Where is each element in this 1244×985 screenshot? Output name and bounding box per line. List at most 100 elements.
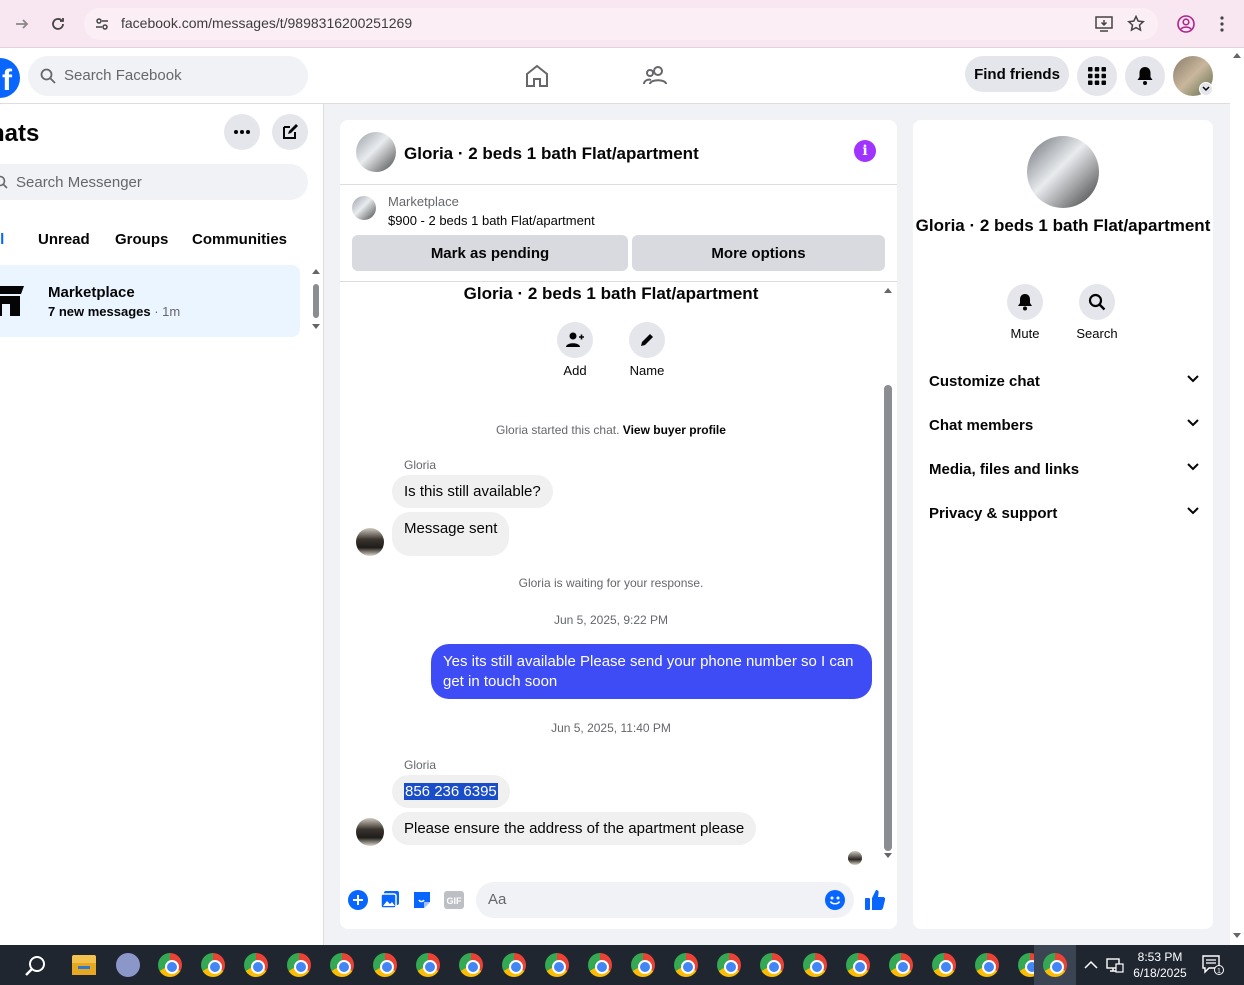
message-sender-name: Gloria (404, 758, 437, 772)
site-settings-icon[interactable] (90, 12, 114, 36)
chrome-icon[interactable] (158, 953, 182, 977)
sender-avatar[interactable] (356, 818, 384, 846)
chrome-icon[interactable] (459, 953, 483, 977)
messenger-search-placeholder: Search Messenger (16, 174, 142, 191)
chrome-icon[interactable] (588, 953, 612, 977)
info-panel-avatar[interactable] (1027, 136, 1099, 208)
chat-item-time: · 1m (150, 304, 181, 319)
outgoing-message-bubble[interactable]: Yes its still available Please send your… (431, 644, 872, 699)
incoming-message-bubble[interactable]: Message sent (392, 512, 510, 556)
browser-menu-icon[interactable] (1210, 12, 1234, 36)
marketplace-label: Marketplace (388, 194, 459, 209)
mute-bell-icon[interactable] (1007, 284, 1043, 320)
filter-unread-tab[interactable]: Unread (38, 231, 90, 248)
media-files-links-row[interactable]: Media, files and links (929, 461, 1199, 478)
reload-icon[interactable] (46, 12, 70, 36)
more-options-button[interactable]: More options (632, 235, 885, 271)
privacy-support-row[interactable]: Privacy & support (929, 505, 1199, 522)
chat-item-marketplace[interactable] (0, 265, 300, 337)
search-conversation-icon[interactable] (1079, 284, 1115, 320)
chrome-icon[interactable] (330, 953, 354, 977)
edit-name-pencil-icon[interactable] (629, 322, 665, 358)
chrome-icon[interactable] (502, 953, 526, 977)
chrome-icon[interactable] (932, 953, 956, 977)
add-person-icon[interactable] (557, 322, 593, 358)
chevron-up-icon[interactable] (1084, 957, 1098, 975)
chrome-icon[interactable] (889, 953, 913, 977)
chrome-icon[interactable] (416, 953, 440, 977)
plus-circle-icon[interactable] (346, 888, 370, 912)
sender-avatar[interactable] (356, 528, 384, 556)
add-label: Add (563, 363, 587, 378)
conversation-info-icon[interactable]: i (854, 140, 876, 162)
conversation-scroll-thumb[interactable] (884, 385, 892, 851)
home-icon[interactable] (523, 62, 551, 90)
chat-item-unread-count: 7 new messages (48, 304, 151, 319)
mark-as-pending-button[interactable]: Mark as pending (352, 235, 628, 271)
filter-communities-tab[interactable]: Communities (192, 231, 287, 248)
facebook-logo[interactable]: f (0, 58, 20, 98)
emoji-icon[interactable] (823, 888, 847, 912)
photo-icon[interactable] (378, 888, 402, 912)
incoming-message-bubble[interactable]: 856 236 6395 (392, 775, 510, 808)
taskbar-clock[interactable]: 8:53 PM 6/18/2025 (1130, 949, 1190, 981)
chrome-icon[interactable] (545, 953, 569, 977)
url-text[interactable]: facebook.com/messages/t/9898316200251269 (121, 15, 412, 31)
chats-options-icon[interactable] (224, 114, 260, 150)
sticker-icon[interactable] (410, 888, 434, 912)
chrome-icon[interactable] (803, 953, 827, 977)
file-explorer-icon[interactable] (72, 955, 96, 975)
forward-icon[interactable] (10, 12, 34, 36)
customize-chat-row[interactable]: Customize chat (929, 373, 1199, 390)
filter-all-tab[interactable]: ll (0, 231, 4, 248)
page-scrollbar[interactable] (1230, 48, 1244, 945)
chrome-icon[interactable] (760, 953, 784, 977)
notifications-icon[interactable]: 1 (1202, 955, 1224, 980)
chrome-icon[interactable] (975, 953, 999, 977)
find-friends-button[interactable]: Find friends (965, 56, 1069, 92)
chrome-icon[interactable] (244, 953, 268, 977)
clock-time: 8:53 PM (1137, 950, 1183, 964)
search-icon[interactable] (24, 954, 48, 983)
conversation-avatar[interactable] (356, 132, 396, 172)
timestamp-divider: Jun 5, 2025, 11:40 PM (551, 721, 671, 735)
listing-thumbnail[interactable] (352, 196, 376, 220)
chrome-icon[interactable] (1043, 953, 1067, 977)
chrome-icon[interactable] (373, 953, 397, 977)
incoming-message-bubble[interactable]: Is this still available? (392, 475, 553, 508)
conversation-pane: Gloria · 2 beds 1 bath Flat/apartment i … (340, 120, 897, 929)
message-composer-input[interactable] (476, 882, 854, 918)
profile-icon[interactable] (1174, 12, 1198, 36)
timestamp-divider: Jun 5, 2025, 9:22 PM (553, 613, 669, 627)
filter-groups-tab[interactable]: Groups (115, 231, 168, 248)
chrome-icon[interactable] (846, 953, 870, 977)
new-message-compose-icon[interactable] (272, 114, 308, 150)
chrome-icon[interactable] (674, 953, 698, 977)
install-app-icon[interactable] (1092, 12, 1116, 36)
marketplace-store-icon (0, 280, 24, 320)
chrome-icon[interactable] (717, 953, 741, 977)
chrome-icon[interactable] (287, 953, 311, 977)
friends-icon[interactable] (642, 62, 670, 90)
incoming-message-bubble[interactable]: Please ensure the address of the apartme… (392, 812, 757, 845)
app-icon[interactable] (116, 953, 140, 977)
chat-members-row[interactable]: Chat members (929, 417, 1199, 434)
network-icon[interactable] (1106, 957, 1124, 978)
media-files-links-label: Media, files and links (929, 461, 1080, 478)
phone-number-selected-text[interactable]: 856 236 6395 (404, 783, 498, 800)
chats-scrollbar[interactable] (312, 267, 320, 331)
account-chevron-down-icon[interactable] (1199, 82, 1213, 96)
view-buyer-profile-link[interactable]: View buyer profile (623, 423, 726, 437)
notifications-bell-icon[interactable] (1125, 56, 1165, 96)
conversation-title[interactable]: Gloria · 2 beds 1 bath Flat/apartment (404, 144, 699, 164)
svg-text:GIF: GIF (447, 896, 463, 906)
menu-grid-icon[interactable] (1077, 56, 1117, 96)
bookmark-star-icon[interactable] (1124, 12, 1148, 36)
gif-icon[interactable]: GIF (442, 888, 466, 912)
listing-divider (340, 281, 897, 282)
listing-price-title[interactable]: $900 - 2 beds 1 bath Flat/apartment (388, 213, 595, 228)
like-thumbs-up-icon[interactable] (863, 888, 887, 912)
chrome-icon[interactable] (631, 953, 655, 977)
svg-text:1: 1 (1217, 968, 1221, 975)
chrome-icon[interactable] (201, 953, 225, 977)
